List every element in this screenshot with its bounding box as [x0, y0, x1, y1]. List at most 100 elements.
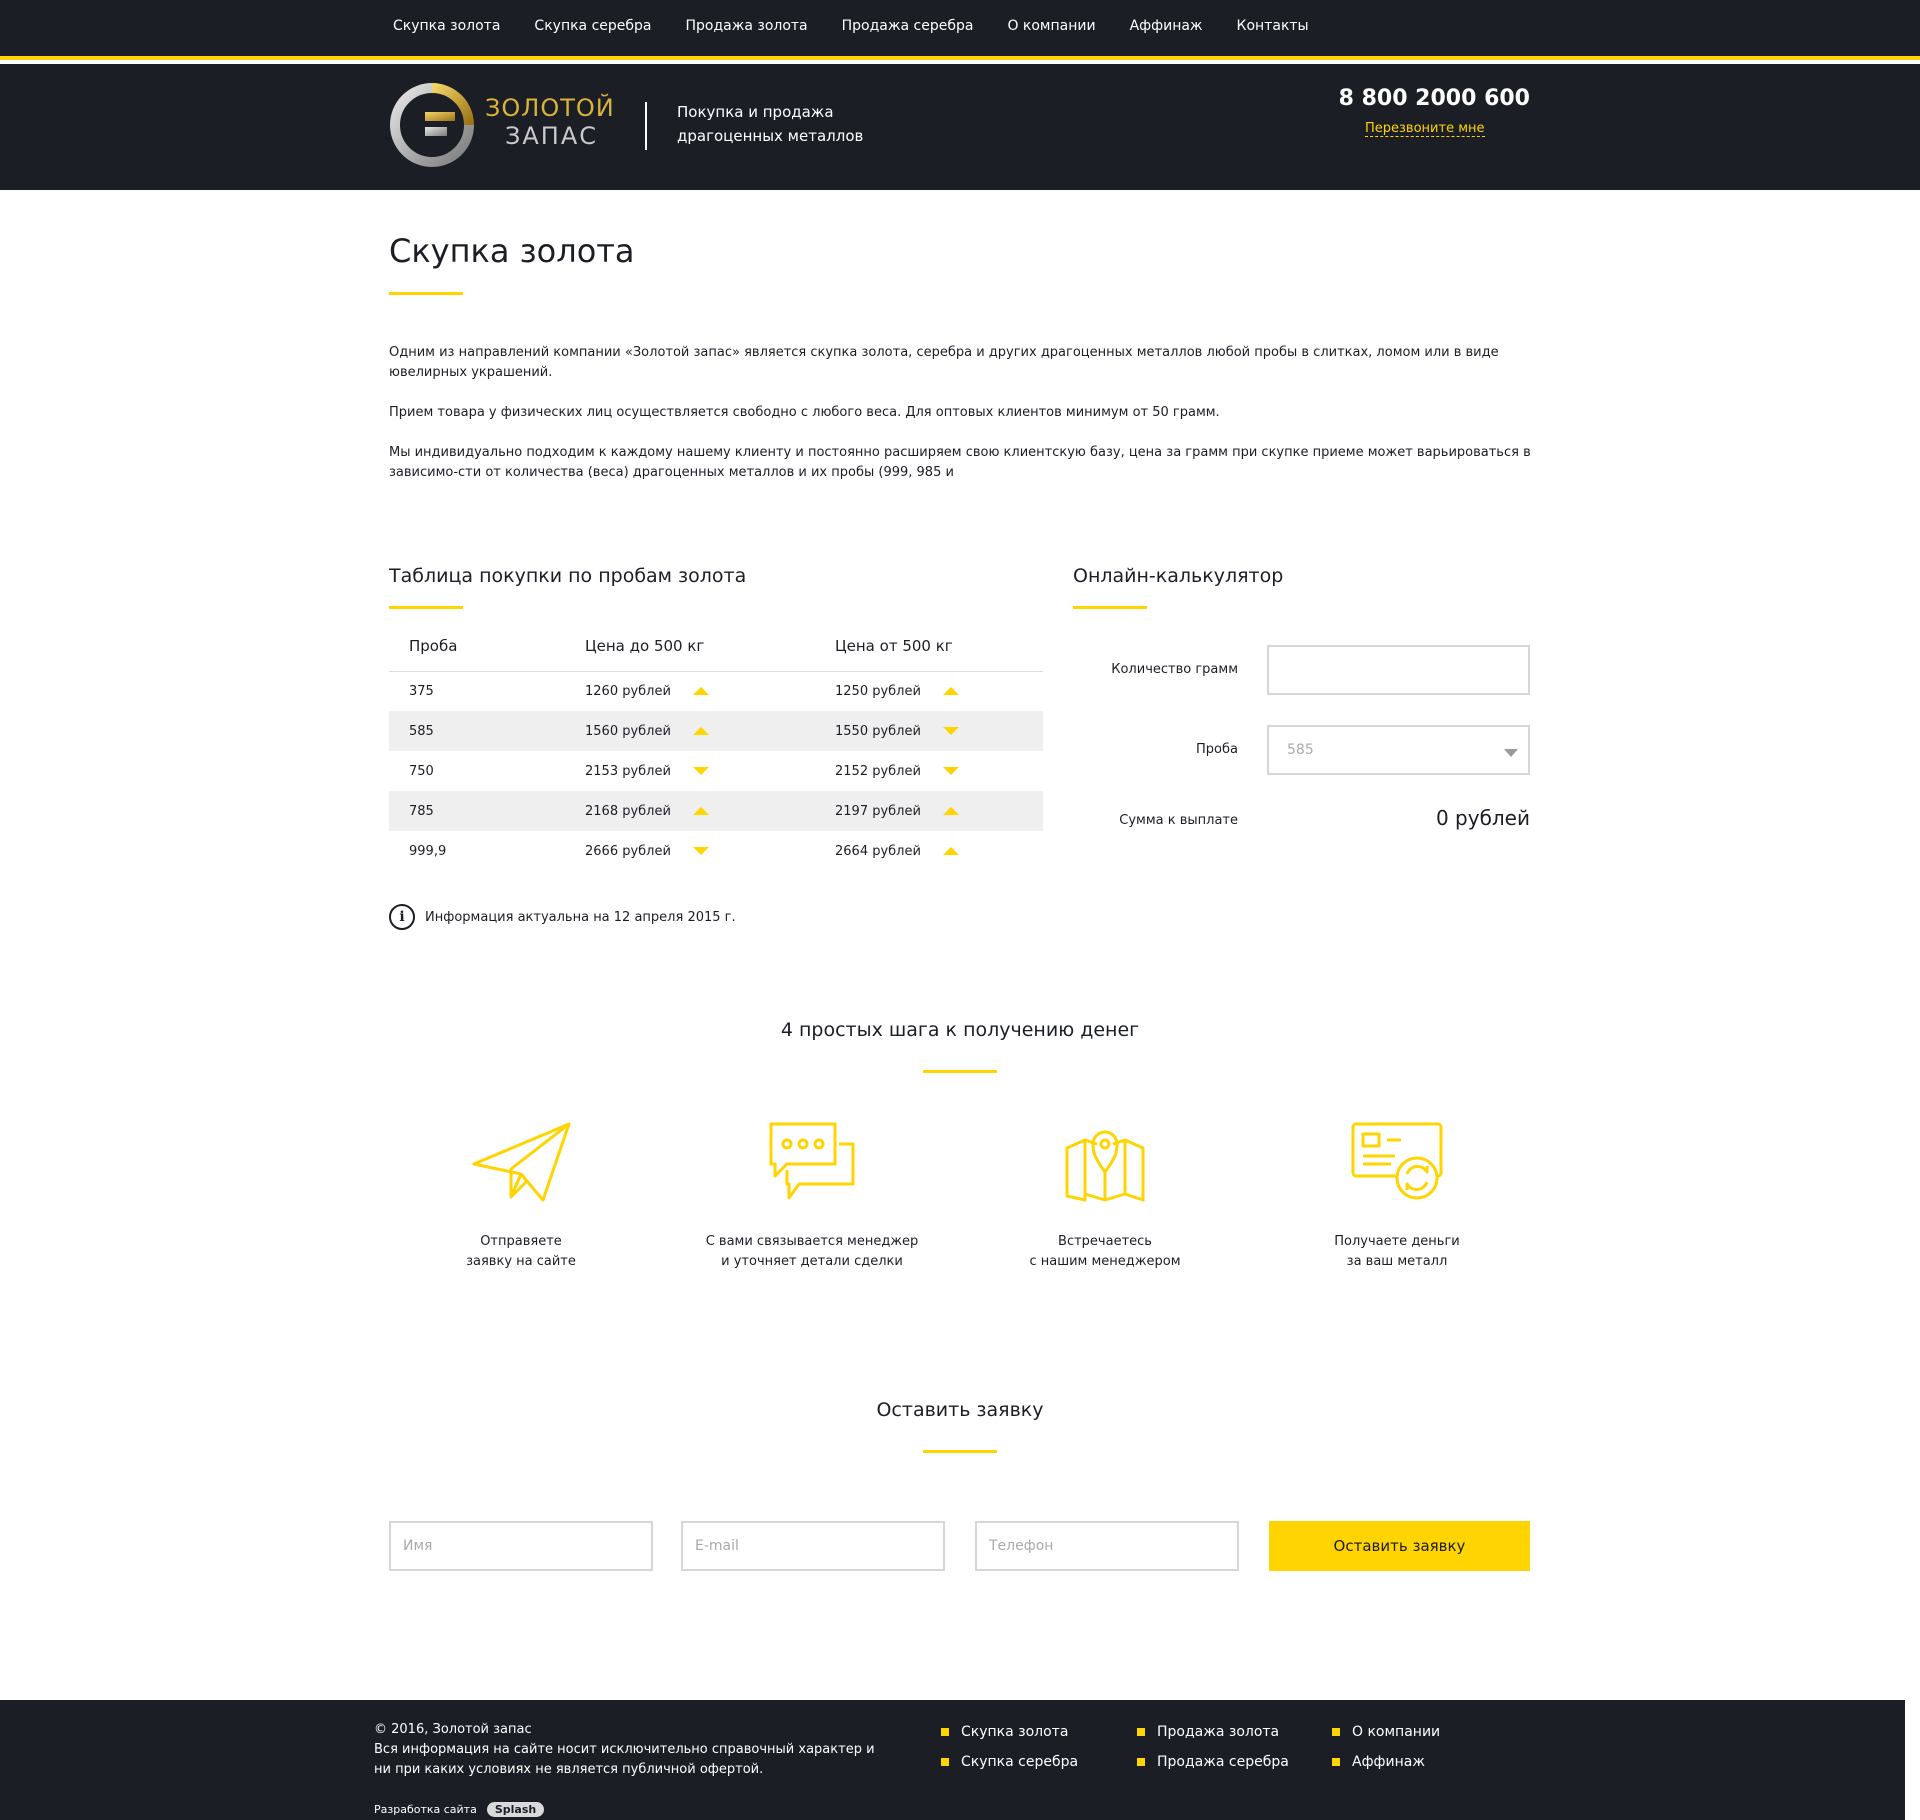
chat-bubbles-icon [769, 1122, 855, 1200]
trend-up-icon [942, 847, 959, 855]
calculator-title: Онлайн-калькулятор [1073, 565, 1284, 587]
proba-value: 375 [409, 683, 434, 699]
email-input[interactable] [681, 1521, 945, 1571]
bullet-icon [1137, 1758, 1145, 1766]
trend-down-icon [942, 767, 959, 775]
top-nav: Скупка золота Скупка серебра Продажа зол… [0, 0, 1920, 60]
bullet-icon [941, 1728, 949, 1736]
step-1-line2: заявку на сайте [466, 1254, 576, 1269]
cell-proba: 375 [389, 671, 565, 711]
price-value: 2152 рублей [835, 763, 921, 779]
calculator-title-underline [1073, 606, 1147, 609]
developer-credit: Разработка сайта Splash [374, 1802, 545, 1817]
price-value: 2666 рублей [585, 843, 671, 859]
tagline: Покупка и продажа драгоценных металлов [677, 100, 863, 148]
trend-up-icon [942, 807, 959, 815]
callback-link[interactable]: Перезвоните мне [1365, 121, 1485, 137]
step-1-line1: Отправяете [480, 1234, 562, 1249]
developer-logo[interactable]: Splash [486, 1802, 545, 1817]
sum-value: 0 рублей [1435, 806, 1530, 830]
form-title: Оставить заявку [876, 1399, 1044, 1421]
page-title: Скупка золота [389, 232, 635, 270]
price-table: Проба Цена до 500 кг Цена от 500 кг 375 1… [389, 637, 1043, 871]
cell-price-over: 2152 рублей [815, 751, 1043, 791]
nav-item-sell-silver[interactable]: Продажа серебра [842, 18, 974, 34]
proba-label: Проба [1196, 742, 1238, 757]
cell-price-under: 2666 рублей [565, 831, 815, 871]
nav-item-contacts[interactable]: Контакты [1237, 18, 1309, 34]
footer-link-sell-silver[interactable]: Продажа серебра [1137, 1754, 1289, 1770]
cell-price-under: 1560 рублей [565, 711, 815, 751]
price-value: 2664 рублей [835, 843, 921, 859]
cell-price-over: 2664 рублей [815, 831, 1043, 871]
chevron-down-icon [1504, 749, 1518, 757]
price-value: 2197 рублей [835, 803, 921, 819]
disclaimer-text: Вся информация на сайте носит исключител… [374, 1742, 875, 1777]
form-title-underline [923, 1450, 997, 1453]
sum-label: Сумма к выплате [1119, 813, 1238, 828]
logo-emblem-icon [390, 83, 474, 167]
step-2-line1: С вами связывается менеджер [705, 1234, 919, 1249]
footer-link-about[interactable]: О компании [1332, 1724, 1440, 1740]
step-2-line2: и уточняет детали сделки [721, 1254, 903, 1269]
footer-link-label: Скупка серебра [961, 1754, 1079, 1770]
table-row: 785 2168 рублей 2197 рублей [389, 791, 1043, 831]
nav-item-buy-gold[interactable]: Скупка золота [393, 18, 500, 34]
footer-link-refining[interactable]: Аффинаж [1332, 1754, 1425, 1770]
price-value: 1560 рублей [585, 723, 671, 739]
footer-copyright-block: © 2016, Золотой запас Вся информация на … [374, 1720, 894, 1780]
grams-input[interactable] [1267, 645, 1530, 695]
nav-item-about[interactable]: О компании [1007, 18, 1095, 34]
logo-text-bottom: ЗАПАС [505, 122, 599, 150]
header-divider [645, 102, 647, 150]
footer-link-label: Скупка золота [961, 1724, 1069, 1740]
table-row: 375 1260 рублей 1250 рублей [389, 671, 1043, 711]
trend-up-icon [692, 807, 709, 815]
table-header-row: Проба Цена до 500 кг Цена от 500 кг [389, 637, 1043, 672]
footer-link-buy-gold[interactable]: Скупка золота [941, 1724, 1068, 1740]
proba-value: 585 [409, 723, 434, 739]
name-input[interactable] [389, 1521, 653, 1571]
tagline-line1: Покупка и продажа [677, 103, 834, 121]
trend-up-icon [942, 687, 959, 696]
nav-item-refining[interactable]: Аффинаж [1130, 18, 1203, 34]
proba-value: 999,9 [409, 843, 447, 859]
info-note: i Информация актуальна на 12 апреля 2015… [389, 904, 736, 930]
footer-link-label: Аффинаж [1352, 1754, 1425, 1770]
nav-item-buy-silver[interactable]: Скупка серебра [534, 18, 651, 34]
proba-select[interactable]: 585 [1267, 725, 1530, 775]
step-1: Отправяете заявку на сайте [396, 1122, 646, 1272]
map-pin-icon [1065, 1130, 1145, 1202]
intro-paragraph-3: Мы индивидуально подходим к каждому наше… [389, 445, 1531, 480]
table-row: 999,9 2666 рублей 2664 рублей [389, 831, 1043, 871]
nav-item-sell-gold[interactable]: Продажа золота [686, 18, 808, 34]
footer-link-sell-gold[interactable]: Продажа золота [1137, 1724, 1279, 1740]
info-icon: i [389, 904, 415, 930]
header: ЗОЛОТОЙ ЗАПАС Покупка и продажа драгоцен… [0, 64, 1920, 190]
footer-link-buy-silver[interactable]: Скупка серебра [941, 1754, 1078, 1770]
footer-link-label: Продажа серебра [1157, 1754, 1289, 1770]
cell-proba: 785 [389, 791, 565, 831]
phone-input[interactable] [975, 1521, 1239, 1571]
cell-proba: 585 [389, 711, 565, 751]
logo[interactable]: ЗОЛОТОЙ ЗАПАС [389, 82, 619, 168]
bullet-icon [1332, 1728, 1340, 1736]
price-value: 1250 рублей [835, 683, 921, 699]
trend-down-icon [692, 767, 709, 775]
table-title: Таблица покупки по пробам золота [389, 565, 747, 587]
cell-price-over: 1550 рублей [815, 711, 1043, 751]
proba-value: 785 [409, 803, 434, 819]
phone-number[interactable]: 8 800 2000 600 [1339, 86, 1530, 111]
cell-proba: 750 [389, 751, 565, 791]
proba-value: 750 [409, 763, 434, 779]
cell-price-over: 1250 рублей [815, 671, 1043, 711]
cell-price-under: 1260 рублей [565, 671, 815, 711]
steps-title-underline [923, 1070, 997, 1073]
col-header-proba: Проба [389, 637, 565, 672]
cell-price-under: 2168 рублей [565, 791, 815, 831]
developer-label: Разработка сайта [374, 1803, 477, 1816]
price-value: 2153 рублей [585, 763, 671, 779]
cell-price-over: 2197 рублей [815, 791, 1043, 831]
submit-request-button[interactable]: Оставить заявку [1269, 1521, 1530, 1571]
cell-price-under: 2153 рублей [565, 751, 815, 791]
